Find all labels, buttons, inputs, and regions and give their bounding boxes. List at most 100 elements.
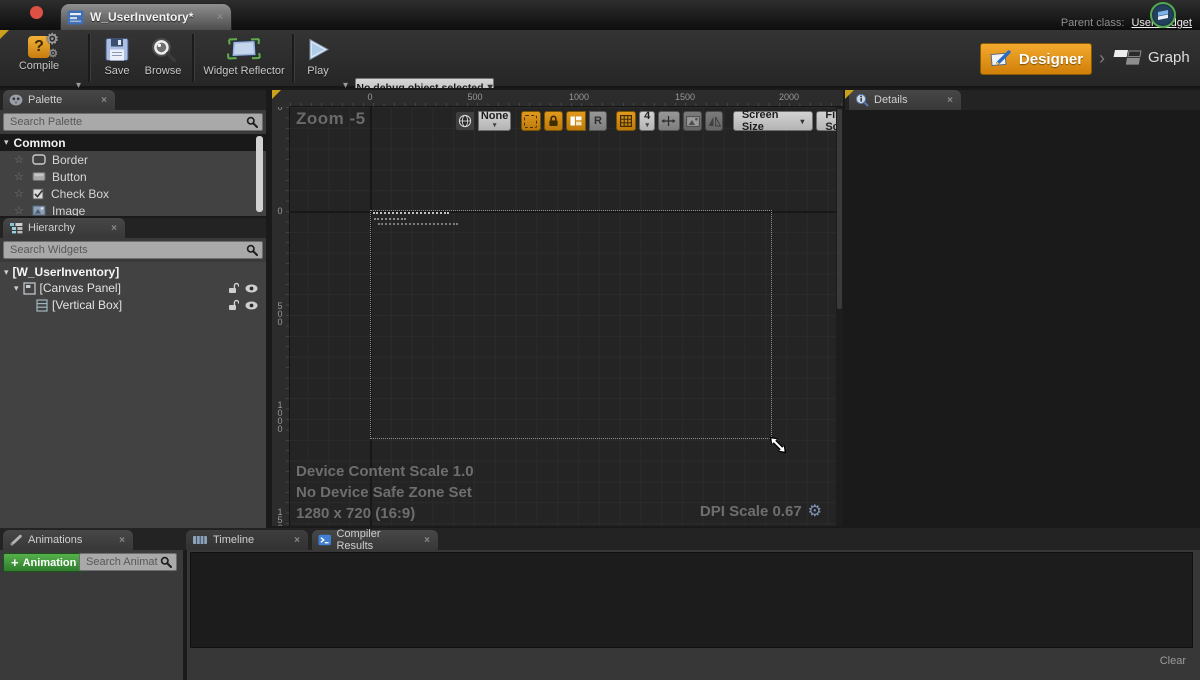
animation-search-field[interactable]: [79, 553, 177, 571]
ruler-tick-label: 0: [367, 92, 372, 102]
close-window-button[interactable]: [30, 6, 43, 19]
tree-item-vertical-box[interactable]: [Vertical Box]: [0, 296, 266, 314]
expander-icon[interactable]: ▾: [4, 267, 9, 278]
hierarchy-tab-label: Hierarchy: [28, 222, 75, 234]
vertical-box-icon: [36, 299, 48, 312]
hierarchy-search-row: [0, 238, 266, 262]
tab-details[interactable]: Details ×: [849, 90, 961, 110]
flip-triangles-icon: [708, 116, 721, 127]
preview-background-button[interactable]: [683, 111, 703, 131]
tree-item-root[interactable]: ▾ [W_UserInventory]: [0, 264, 266, 280]
widget-reflector-button[interactable]: Widget Reflector: [198, 33, 290, 88]
viewport-overlay-info: Device Content Scale 1.0 No Device Safe …: [296, 461, 474, 524]
palette-scrollbar[interactable]: [256, 136, 263, 212]
mode-chevron-icon: ›: [1099, 48, 1105, 69]
localization-globe-button[interactable]: [455, 111, 475, 131]
transform-widget-button[interactable]: [658, 111, 679, 131]
asset-tab-close-icon[interactable]: ×: [215, 11, 225, 23]
graph-label: Graph: [1148, 49, 1190, 66]
flag-value: None: [481, 112, 509, 121]
preview-flag-dropdown[interactable]: None ▾: [478, 111, 512, 131]
palette-item-label: Check Box: [51, 187, 109, 201]
selected-widget-outline[interactable]: [373, 212, 449, 214]
viewport-toolbar: None ▾: [455, 111, 836, 131]
close-icon[interactable]: ×: [945, 95, 955, 106]
unlocked-icon[interactable]: [228, 282, 239, 294]
tab-palette[interactable]: Palette ×: [3, 90, 115, 110]
image-icon: [686, 116, 700, 127]
expander-icon[interactable]: ▾: [4, 137, 9, 148]
vertical-box-outline[interactable]: [378, 223, 458, 225]
clear-log-button[interactable]: Clear: [1160, 655, 1186, 667]
compiler-log-area[interactable]: [190, 552, 1193, 648]
play-button[interactable]: Play: [296, 33, 340, 88]
close-icon[interactable]: ×: [117, 535, 127, 546]
favorite-star-icon[interactable]: ☆: [14, 187, 26, 200]
canvas-design-area[interactable]: [370, 210, 772, 439]
favorite-star-icon[interactable]: ☆: [14, 153, 26, 166]
chevron-down-icon: ▾: [645, 121, 649, 130]
animation-search-input[interactable]: [84, 555, 160, 569]
hierarchy-search-input[interactable]: [8, 243, 246, 257]
visibility-eye-icon[interactable]: [245, 284, 258, 293]
title-bar: W_UserInventory* × Parent class: User Wi…: [0, 0, 1200, 30]
compiler-results-tab-label: Compiler Results: [336, 528, 417, 552]
save-button[interactable]: Save: [96, 33, 138, 88]
close-icon[interactable]: ×: [422, 535, 432, 546]
screen-size-dropdown[interactable]: Screen Size ▾: [733, 111, 814, 131]
fill-screen-dropdown[interactable]: Fill Screen ▾: [816, 111, 836, 131]
palette-item-button[interactable]: ☆ Button: [0, 168, 266, 185]
close-icon[interactable]: ×: [99, 95, 109, 106]
tab-compiler-results[interactable]: Compiler Results ×: [312, 530, 438, 550]
favorite-star-icon[interactable]: ☆: [14, 170, 26, 183]
design-surface[interactable]: Zoom -5 None ▾: [290, 107, 836, 526]
tree-item-label: [W_UserInventory]: [13, 265, 120, 279]
tab-hierarchy[interactable]: Hierarchy ×: [3, 218, 125, 238]
viewport-scrollbar[interactable]: [836, 107, 843, 526]
tab-animations[interactable]: Animations ×: [3, 530, 133, 550]
graph-icon: [1112, 47, 1142, 67]
flip-preview-button[interactable]: [705, 111, 723, 131]
search-icon: [160, 556, 172, 568]
resize-mode-button[interactable]: R: [589, 111, 607, 131]
compile-button[interactable]: ? ⚙ ⚙ Compile: [10, 33, 68, 88]
palette-section-common[interactable]: ▾ Common: [0, 134, 266, 151]
toggle-outlines-button[interactable]: [521, 111, 541, 131]
dock-corner-marker: [845, 90, 854, 99]
ruler-tick-label: 500: [275, 107, 284, 110]
designer-mode-button[interactable]: Designer: [980, 43, 1092, 75]
close-icon[interactable]: ×: [292, 535, 302, 546]
play-icon: [305, 36, 331, 63]
palette-search-field[interactable]: [3, 113, 263, 131]
details-tab-label: Details: [874, 94, 908, 106]
hierarchy-search-field[interactable]: [3, 241, 263, 259]
grid-snap-size-dropdown[interactable]: 4 ▾: [639, 111, 655, 131]
graph-mode-button[interactable]: Graph: [1112, 47, 1190, 67]
add-animation-button[interactable]: + Animation: [3, 553, 84, 572]
visibility-eye-icon[interactable]: [245, 301, 258, 310]
browse-button[interactable]: Browse: [138, 33, 188, 88]
lock-widgets-button[interactable]: [544, 111, 564, 131]
palette-item-image[interactable]: ☆ Image: [0, 202, 266, 216]
tree-item-canvas-panel[interactable]: ▾ [Canvas Panel]: [0, 280, 266, 296]
respect-locks-button[interactable]: [566, 111, 586, 131]
ruler-tick-label: 1000: [275, 400, 284, 432]
timeline-icon: [192, 534, 208, 546]
palette-search-input[interactable]: [8, 115, 246, 129]
ruler-tick-label: 500: [467, 92, 482, 102]
tab-timeline[interactable]: Timeline ×: [186, 530, 308, 550]
details-tab-strip: Details ×: [845, 90, 1200, 110]
expander-icon[interactable]: ▾: [14, 283, 19, 294]
asset-tab[interactable]: W_UserInventory* ×: [60, 3, 232, 30]
dpi-settings-gear-icon[interactable]: ⚙: [808, 501, 822, 521]
close-icon[interactable]: ×: [109, 223, 119, 234]
play-label: Play: [307, 65, 328, 77]
favorite-star-icon[interactable]: ☆: [14, 204, 26, 216]
palette-item-label: Button: [52, 170, 87, 184]
palette-item-border[interactable]: ☆ Border: [0, 151, 266, 168]
palette-item-check-box[interactable]: ☆ Check Box: [0, 185, 266, 202]
grid-snap-toggle-button[interactable]: [616, 111, 636, 131]
unlocked-icon[interactable]: [228, 299, 239, 311]
animations-panel: + Animation: [0, 550, 183, 680]
screen-size-label: Screen Size: [742, 109, 796, 133]
